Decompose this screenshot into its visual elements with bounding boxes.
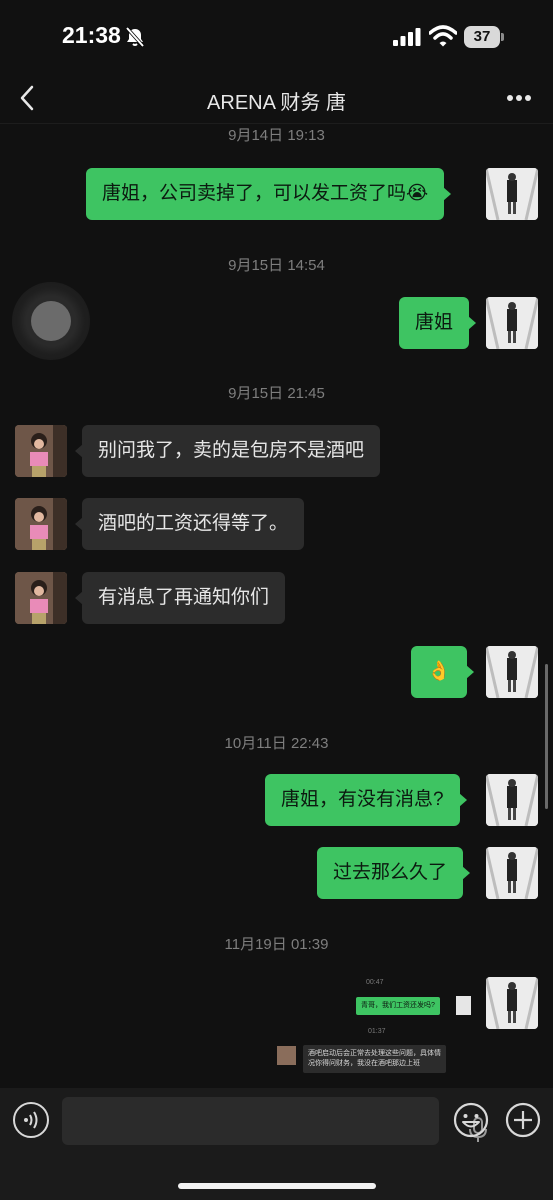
home-indicator[interactable]	[178, 1183, 376, 1189]
avatar[interactable]	[15, 425, 67, 477]
status-bar: 21:38 37	[0, 0, 553, 72]
avatar[interactable]	[486, 168, 538, 220]
timestamp: 9月15日 21:45	[228, 385, 325, 402]
screenshot-sent-bubble: 青哥，我们工资还发吗?	[356, 997, 440, 1015]
avatar[interactable]	[486, 774, 538, 826]
avatar[interactable]	[486, 977, 538, 1029]
wifi-icon	[429, 25, 457, 47]
message-bubble[interactable]: 唐姐，公司卖掉了，可以发工资了吗😭	[86, 168, 452, 220]
message-bubble[interactable]: 唐姐，有没有消息?	[265, 774, 467, 826]
timestamp: 11月19日 01:39	[224, 936, 329, 953]
message-bubble[interactable]: 有消息了再通知你们	[74, 572, 286, 624]
screenshot-avatar	[277, 1046, 296, 1065]
bell-slash-icon	[125, 26, 145, 48]
screenshot-timestamp: 00:47	[366, 979, 384, 986]
message-bubble[interactable]: 唐姐	[399, 297, 477, 349]
scrollbar[interactable]	[545, 664, 548, 809]
plus-icon[interactable]	[505, 1102, 541, 1138]
floating-call-icon[interactable]	[12, 282, 90, 360]
avatar[interactable]	[15, 572, 67, 624]
ellipsis-icon[interactable]	[506, 94, 532, 102]
signal-icon	[393, 28, 421, 46]
avatar[interactable]	[486, 297, 538, 349]
battery-icon: 37	[464, 26, 504, 48]
voice-icon[interactable]	[13, 1102, 49, 1138]
battery-level: 37	[464, 26, 500, 48]
screenshot-image-message[interactable]: 00:47 青哥，我们工资还发吗? 01:37 酒吧启动后会正常去处理这些问题，…	[276, 972, 476, 1088]
avatar[interactable]	[15, 498, 67, 550]
message-bubble[interactable]: 酒吧的工资还得等了。	[74, 498, 305, 550]
screenshot-reply-bubble: 酒吧启动后会正常去处理这些问题，具体情况你得问财务，我没在酒吧那边上班	[303, 1045, 446, 1073]
message-input[interactable]	[62, 1097, 487, 1145]
timestamp: 10月11日 22:43	[224, 735, 329, 752]
avatar[interactable]	[486, 646, 538, 698]
screenshot-avatar	[456, 996, 471, 1015]
message-bubble[interactable]: 别问我了，卖的是包房不是酒吧	[74, 425, 381, 477]
nav-bar: ARENA 财务 唐	[0, 72, 553, 124]
emoji-icon[interactable]	[453, 1102, 489, 1138]
timestamp: 9月14日 19:13	[228, 127, 325, 144]
avatar[interactable]	[486, 847, 538, 899]
input-bar	[0, 1088, 553, 1200]
message-bubble[interactable]: 👌	[411, 646, 474, 698]
status-time: 21:38	[62, 22, 121, 48]
timestamp: 9月15日 14:54	[228, 257, 325, 274]
chat-title: ARENA 财务 唐	[207, 92, 346, 114]
message-bubble[interactable]: 过去那么久了	[317, 847, 471, 899]
screenshot-timestamp: 01:37	[368, 1028, 386, 1035]
